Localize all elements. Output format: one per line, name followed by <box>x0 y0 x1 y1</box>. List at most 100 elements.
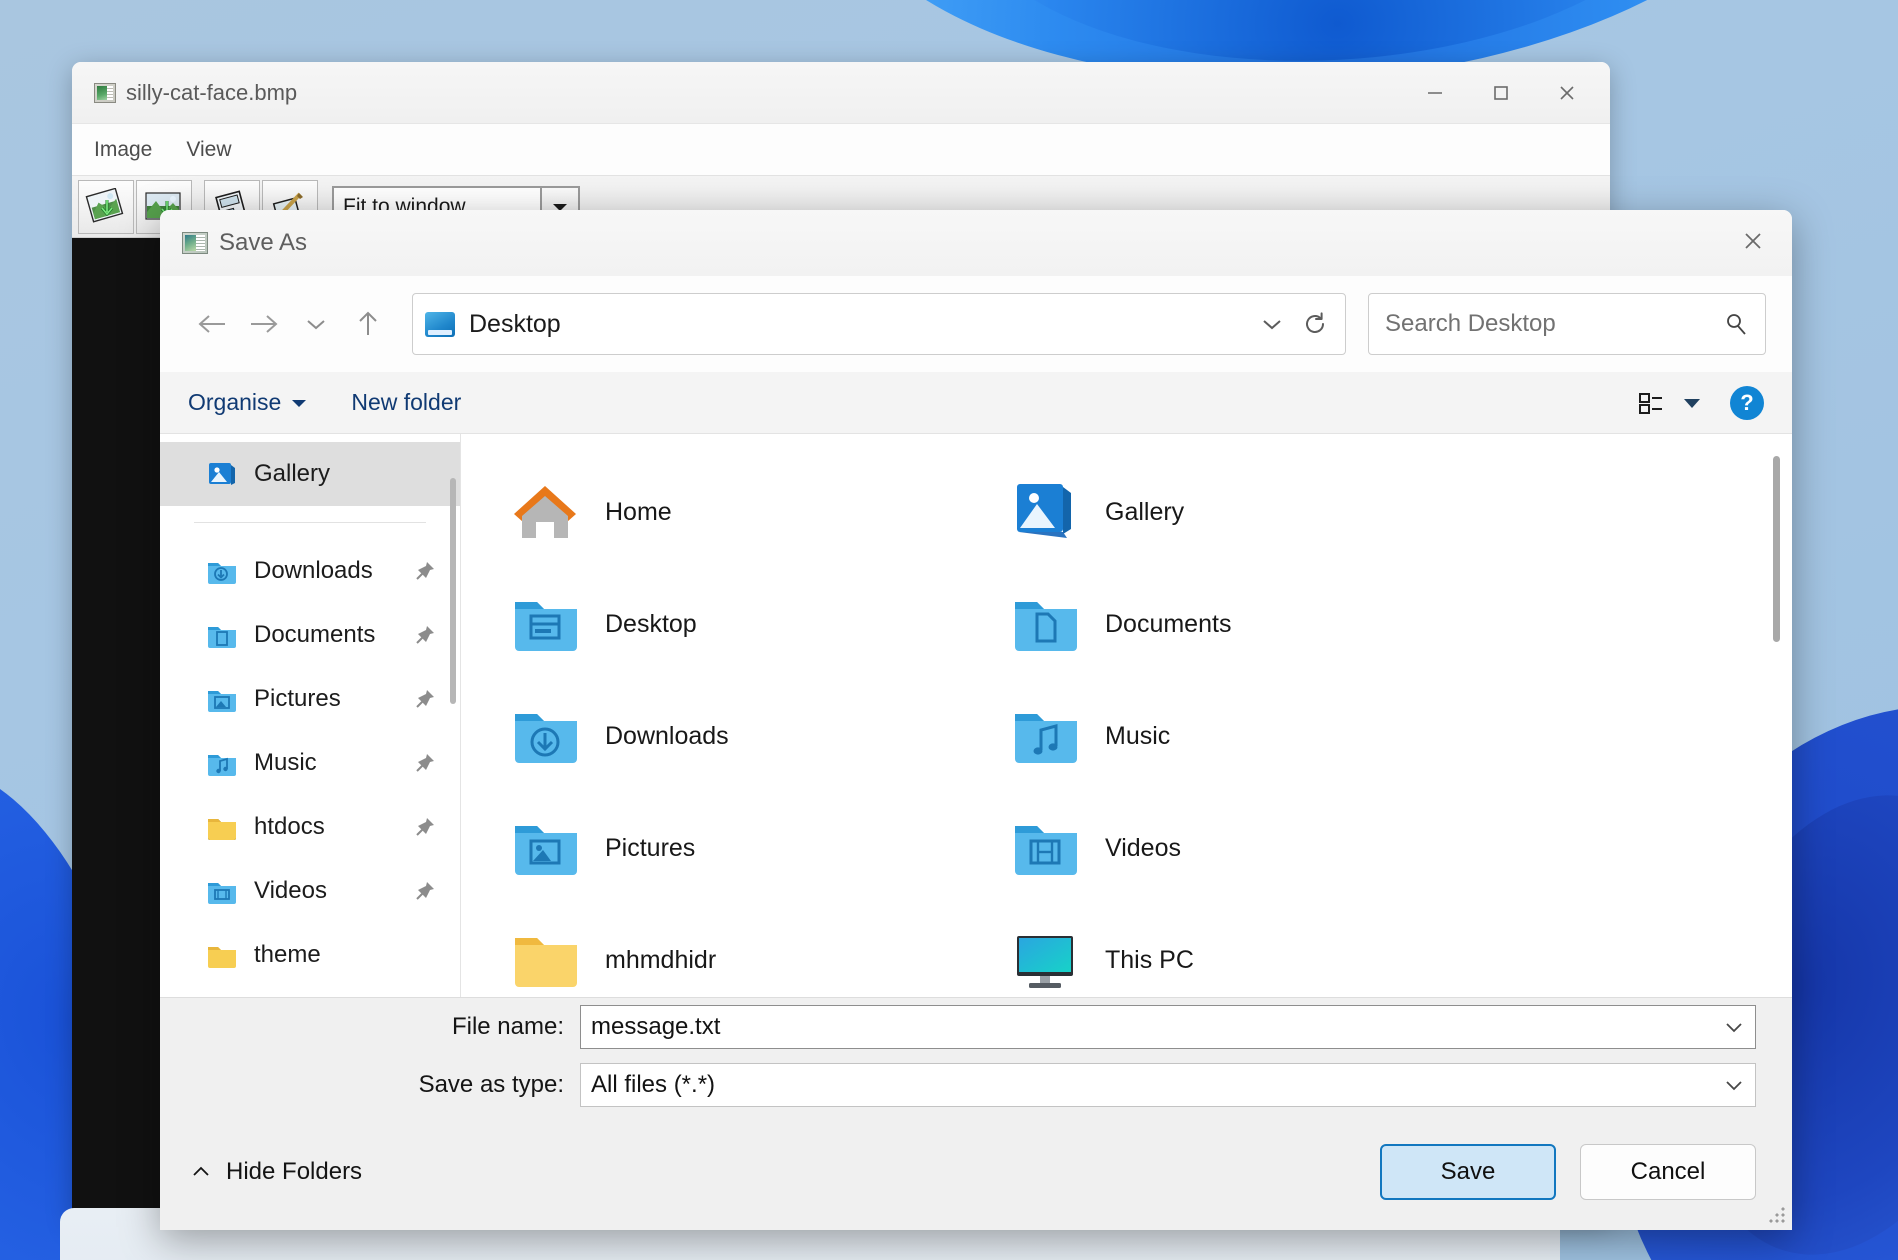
dialog-actions: Hide Folders Save Cancel <box>160 1114 1792 1230</box>
dialog-title-bar: Save As <box>160 210 1792 276</box>
filetype-row: Save as type: All files (*.*) <box>160 1056 1792 1114</box>
pin-icon[interactable] <box>414 688 436 710</box>
list-item[interactable]: Downloads <box>509 680 1009 792</box>
search-input[interactable]: Search Desktop <box>1368 293 1766 355</box>
file-label: Downloads <box>605 721 729 750</box>
yellow-folder-icon <box>206 813 238 841</box>
hide-folders-button[interactable]: Hide Folders <box>190 1158 362 1186</box>
pin-icon[interactable] <box>414 624 436 646</box>
viewer-menu-bar: Image View <box>72 124 1610 176</box>
list-item[interactable]: Pictures <box>509 792 1009 904</box>
command-bar: Organise New folder ? <box>160 372 1792 434</box>
list-item[interactable]: Gallery <box>1009 456 1509 568</box>
viewer-title: silly-cat-face.bmp <box>126 79 298 105</box>
recent-locations-chevron-down-icon[interactable] <box>290 298 342 350</box>
sidebar-item-music[interactable]: Music <box>160 731 460 795</box>
close-icon[interactable] <box>1722 216 1784 266</box>
address-bar[interactable]: Desktop <box>412 293 1346 355</box>
viewer-title-bar: silly-cat-face.bmp <box>72 62 1610 124</box>
sidebar-item-label: Pictures <box>254 685 341 712</box>
view-options-button[interactable] <box>1638 390 1702 416</box>
list-item[interactable]: mhmdhidr <box>509 904 1009 997</box>
pin-icon[interactable] <box>414 560 436 582</box>
sidebar-item-label: Videos <box>254 877 327 904</box>
sidebar-item-documents[interactable]: Documents <box>160 603 460 667</box>
pin-icon[interactable] <box>414 816 436 838</box>
sidebar-divider <box>194 522 426 523</box>
up-arrow-icon[interactable] <box>342 298 394 350</box>
list-item[interactable]: Desktop <box>509 568 1009 680</box>
filetype-value: All files (*.*) <box>591 1071 716 1098</box>
desktop-background: silly-cat-face.bmp Image View Fit to win… <box>0 0 1898 1260</box>
viewer-window-controls <box>1402 72 1600 114</box>
yellow-folder-icon <box>509 924 581 996</box>
filename-label: File name: <box>451 1013 564 1040</box>
downloads-folder-icon <box>206 557 238 585</box>
filename-chevron-down-icon[interactable] <box>1723 1020 1745 1034</box>
organise-button[interactable]: Organise <box>188 389 307 416</box>
filename-input[interactable]: message.txt <box>580 1005 1756 1049</box>
documents-folder-icon <box>1009 588 1081 660</box>
pin-icon[interactable] <box>414 752 436 774</box>
sidebar-item-videos[interactable]: Videos <box>160 859 460 923</box>
list-item[interactable]: Videos <box>1009 792 1509 904</box>
list-item[interactable]: Home <box>509 456 1009 568</box>
image-file-icon <box>94 82 116 103</box>
file-list-scrollbar[interactable] <box>1773 456 1780 642</box>
save-as-dialog: Save As Desktop Search Desktop Organise … <box>160 210 1792 1230</box>
sidebar-item-label: Music <box>254 749 317 776</box>
new-folder-button[interactable]: New folder <box>351 389 461 416</box>
save-button[interactable]: Save <box>1380 1144 1556 1200</box>
gallery-icon <box>1009 476 1081 548</box>
sidebar-scrollbar[interactable] <box>450 478 456 704</box>
file-label: Videos <box>1105 833 1181 862</box>
filename-row: File name: message.txt <box>160 998 1792 1056</box>
music-folder-icon <box>206 749 238 777</box>
dialog-footer: File name: message.txt Save as type: All… <box>160 997 1792 1230</box>
navigation-row: Desktop Search Desktop <box>160 276 1792 372</box>
sidebar-item-downloads[interactable]: Downloads <box>160 539 460 603</box>
desktop-folder-icon <box>425 311 455 337</box>
maximize-icon[interactable] <box>1468 72 1534 114</box>
sidebar-item-label: Downloads <box>254 557 373 584</box>
refresh-icon[interactable] <box>1301 310 1333 338</box>
image-file-icon <box>182 232 208 254</box>
sidebar-item-label: theme <box>254 941 321 968</box>
menu-item-view[interactable]: View <box>186 138 231 162</box>
cancel-button[interactable]: Cancel <box>1580 1144 1756 1200</box>
list-item[interactable]: Documents <box>1009 568 1509 680</box>
file-label: Home <box>605 497 672 526</box>
filetype-select[interactable]: All files (*.*) <box>580 1063 1756 1107</box>
file-label: Gallery <box>1105 497 1185 526</box>
sidebar-item-htdocs[interactable]: htdocs <box>160 795 460 859</box>
view-chevron-down-icon[interactable] <box>1682 397 1702 409</box>
back-arrow-icon[interactable] <box>186 298 238 350</box>
search-placeholder: Search Desktop <box>1385 310 1556 337</box>
minimize-icon[interactable] <box>1402 72 1468 114</box>
menu-item-image[interactable]: Image <box>94 138 152 162</box>
file-label: This PC <box>1105 945 1194 974</box>
documents-folder-icon <box>206 621 238 649</box>
file-label: Documents <box>1105 609 1232 638</box>
chevron-up-icon <box>190 1165 212 1179</box>
address-chevron-down-icon[interactable] <box>1243 315 1301 333</box>
search-icon[interactable] <box>1723 311 1749 337</box>
this-pc-icon <box>1009 924 1081 996</box>
resize-grip[interactable] <box>1768 1206 1786 1224</box>
desktop-folder-icon <box>509 588 581 660</box>
sidebar-item-gallery[interactable]: Gallery <box>160 442 460 506</box>
file-list-area: Home Gallery Desktop Documents Downloads… <box>461 434 1792 997</box>
sidebar-item-theme[interactable]: theme <box>160 923 460 987</box>
close-icon[interactable] <box>1534 72 1600 114</box>
help-button[interactable]: ? <box>1730 385 1764 420</box>
pin-icon[interactable] <box>414 880 436 902</box>
list-item[interactable]: This PC <box>1009 904 1509 997</box>
forward-arrow-icon[interactable] <box>238 298 290 350</box>
videos-folder-icon <box>1009 812 1081 884</box>
address-path: Desktop <box>469 309 561 338</box>
filetype-chevron-down-icon[interactable] <box>1723 1078 1745 1092</box>
hide-folders-label: Hide Folders <box>226 1158 363 1185</box>
open-image-button[interactable] <box>78 179 134 234</box>
list-item[interactable]: Music <box>1009 680 1509 792</box>
sidebar-item-pictures[interactable]: Pictures <box>160 667 460 731</box>
